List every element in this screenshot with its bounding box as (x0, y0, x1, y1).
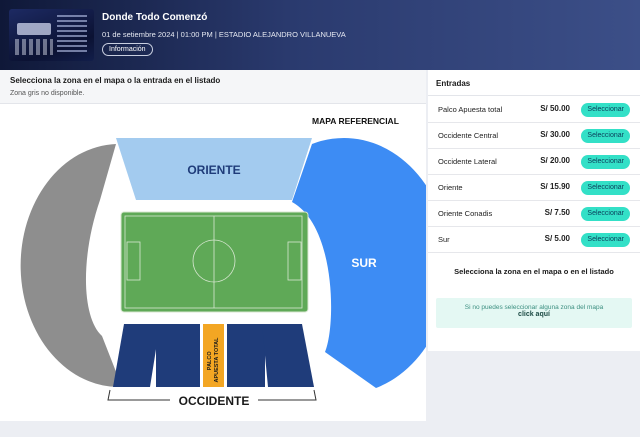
ticket-price: S/ 30.00 (540, 130, 570, 139)
ticket-zone-name: Sur (438, 235, 450, 244)
select-button[interactable]: Seleccionar (581, 181, 630, 195)
zone-oriente-label: ORIENTE (187, 163, 240, 177)
event-title: Donde Todo Comenzó (102, 12, 208, 23)
zone-palco-label-line2: APUESTA TOTAL (214, 337, 220, 383)
ticket-zone-name: Oriente (438, 183, 463, 192)
ticket-zone-name: Oriente Conadis (438, 209, 493, 218)
ticket-zone-name: Palco Apuesta total (438, 105, 503, 114)
field (120, 211, 309, 313)
event-poster-image (9, 9, 94, 61)
select-button[interactable]: Seleccionar (581, 233, 630, 247)
ticket-row[interactable]: Oriente S/ 15.90 Seleccionar (428, 175, 640, 201)
stadium-map: ORIENTE SUR PALCO APUESTA TOTAL OCCIDENT… (20, 138, 426, 408)
entradas-header: Entradas (428, 70, 640, 96)
ticket-row[interactable]: Palco Apuesta total S/ 50.00 Seleccionar (428, 97, 640, 123)
zone-sur-label: SUR (351, 256, 377, 270)
entradas-title: Entradas (436, 79, 471, 88)
info-button[interactable]: Información (102, 43, 153, 56)
ticket-row[interactable]: Occidente Lateral S/ 20.00 Seleccionar (428, 149, 640, 175)
ticket-row[interactable]: Oriente Conadis S/ 7.50 Seleccionar (428, 201, 640, 227)
help-box: Si no puedes seleccionar alguna zona del… (436, 298, 632, 328)
event-header: Donde Todo Comenzó 01 de setiembre 2024 … (0, 0, 640, 70)
zone-occidente-central-left[interactable] (156, 324, 200, 387)
select-zone-message: Selecciona la zona en el mapa o en el li… (454, 267, 614, 276)
select-button[interactable]: Seleccionar (581, 155, 630, 169)
select-button[interactable]: Seleccionar (581, 129, 630, 143)
zone-occidente-lateral-left[interactable] (113, 324, 160, 387)
entradas-panel: Entradas Palco Apuesta total S/ 50.00 Se… (428, 70, 640, 351)
ticket-price: S/ 20.00 (540, 156, 570, 165)
ticket-price: S/ 50.00 (540, 104, 570, 113)
select-button[interactable]: Seleccionar (581, 103, 630, 117)
zone-palco-label-line1: PALCO (207, 351, 213, 371)
ticket-row[interactable]: Occidente Central S/ 30.00 Seleccionar (428, 123, 640, 149)
zone-occidente-central-right[interactable] (227, 324, 265, 387)
ticket-zone-name: Occidente Central (438, 131, 499, 140)
ticket-row[interactable]: Sur S/ 5.00 Seleccionar (428, 227, 640, 253)
ticket-price: S/ 7.50 (544, 208, 570, 217)
zone-occidente-label: OCCIDENTE (179, 394, 250, 408)
ticket-price: S/ 15.90 (540, 182, 570, 191)
zone-occidente-lateral-right[interactable] (262, 324, 314, 387)
ticket-price: S/ 5.00 (544, 234, 570, 243)
zone-unavailable (20, 144, 122, 388)
help-link[interactable]: click aquí (436, 311, 632, 318)
event-subtitle: 01 de setiembre 2024 | 01:00 PM | ESTADI… (102, 30, 346, 39)
select-button[interactable]: Seleccionar (581, 207, 630, 221)
ticket-zone-name: Occidente Lateral (438, 157, 497, 166)
map-panel: Selecciona la zona en el mapa o la entra… (0, 70, 426, 421)
help-text: Si no puedes seleccionar alguna zona del… (464, 304, 604, 311)
